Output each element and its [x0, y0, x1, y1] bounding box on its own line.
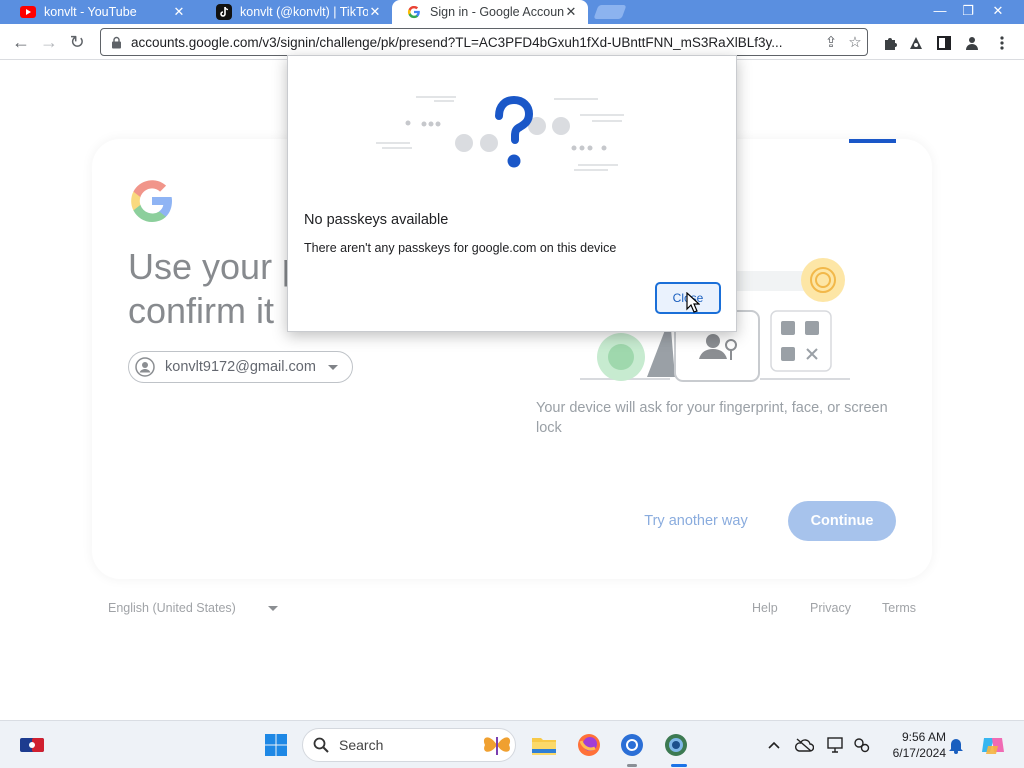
search-label: Search [339, 737, 384, 753]
display-icon[interactable] [826, 735, 846, 755]
notification-bell-icon[interactable] [946, 735, 966, 755]
lock-icon [111, 36, 125, 49]
account-circle-icon [135, 357, 155, 377]
forward-icon[interactable]: → [38, 31, 60, 53]
continue-button[interactable]: Continue [788, 501, 896, 541]
active-indicator [671, 764, 687, 767]
signin-description: Your device will ask for your fingerprin… [536, 400, 888, 436]
account-email: konvlt9172@gmail.com [165, 359, 316, 375]
privacy-link[interactable]: Privacy [810, 601, 851, 615]
progress-accent [849, 139, 896, 143]
close-tab-icon[interactable]: ✕ [564, 4, 578, 20]
google-logo-icon [131, 180, 172, 222]
search-icon [313, 737, 329, 753]
bookmark-star-icon[interactable]: ☆ [843, 33, 867, 51]
url-text: accounts.google.com/v3/signin/challenge/… [131, 34, 783, 50]
youtube-icon [20, 4, 36, 20]
page-title: Use your p confirm it [128, 245, 302, 333]
question-mark-illustration [376, 95, 624, 171]
system-clock[interactable]: 9:56 AM 6/17/2024 [884, 729, 946, 761]
profile-icon[interactable] [962, 33, 982, 53]
close-tab-icon[interactable]: ✕ [368, 4, 382, 20]
language-selector[interactable]: English (United States) [108, 601, 278, 615]
chevron-up-icon[interactable] [764, 735, 784, 755]
tab-title: konvlt (@konvlt) | TikTok [240, 5, 368, 19]
tab-tiktok[interactable]: konvlt (@konvlt) | TikTok ✕ [196, 0, 392, 24]
chrome-profile-icon[interactable] [662, 731, 690, 759]
close-window-icon[interactable]: ✕ [984, 2, 1012, 20]
cloud-offline-icon[interactable] [794, 735, 814, 755]
extensions-icon[interactable] [880, 33, 900, 53]
taskbar: Search 9:56 AM 6/17/2024 [0, 720, 1024, 768]
new-tab-button[interactable] [593, 5, 627, 19]
dialog-title: No passkeys available [304, 212, 449, 228]
windows-start-icon[interactable] [262, 731, 290, 759]
tiktok-icon [216, 4, 232, 20]
mlb-widget-icon[interactable] [18, 731, 46, 759]
chevron-down-icon [327, 364, 338, 370]
extension-puzzle-icon[interactable] [906, 33, 926, 53]
mouse-cursor-icon [686, 292, 700, 313]
no-passkeys-dialog: No passkeys available There aren't any p… [287, 55, 737, 332]
reload-icon[interactable]: ↻ [66, 31, 88, 53]
heading-line: confirm it [128, 290, 275, 331]
tab-title: konvlt - YouTube [44, 5, 137, 19]
file-explorer-icon[interactable] [530, 731, 558, 759]
clock-date: 6/17/2024 [892, 746, 946, 760]
butterfly-icon [483, 737, 511, 755]
tab-youtube[interactable]: konvlt - YouTube ✕ [0, 0, 196, 24]
tab-title: Sign in - Google Accounts [430, 5, 564, 19]
taskbar-search[interactable]: Search [302, 728, 516, 762]
heading-line: Use your p [128, 246, 303, 287]
close-tab-icon[interactable]: ✕ [172, 4, 186, 20]
terms-link[interactable]: Terms [882, 601, 916, 615]
firefox-icon[interactable] [575, 731, 603, 759]
minimize-icon[interactable]: — [926, 2, 954, 20]
back-icon[interactable]: ← [10, 31, 32, 53]
network-icon[interactable] [852, 735, 872, 755]
account-chooser[interactable]: konvlt9172@gmail.com [128, 351, 353, 383]
clock-time: 9:56 AM [901, 730, 946, 744]
tab-strip: konvlt - YouTube ✕ konvlt (@konvlt) | Ti… [0, 0, 1024, 24]
google-icon [406, 4, 422, 20]
side-panel-icon[interactable] [934, 33, 954, 53]
help-link[interactable]: Help [752, 601, 778, 615]
tab-google-signin[interactable]: Sign in - Google Accounts ✕ [392, 0, 588, 24]
address-bar[interactable]: accounts.google.com/v3/signin/challenge/… [100, 28, 868, 56]
share-icon[interactable]: ⇪ [819, 33, 843, 51]
menu-kebab-icon[interactable] [992, 33, 1012, 53]
dialog-message: There aren't any passkeys for google.com… [304, 241, 617, 255]
running-indicator [627, 764, 637, 767]
restore-icon[interactable]: ❐ [954, 2, 982, 20]
chrome-icon[interactable] [618, 731, 646, 759]
chevron-down-icon [267, 605, 278, 611]
try-another-way-button[interactable]: Try another way [632, 501, 760, 541]
language-label: English (United States) [108, 601, 236, 615]
copilot-icon[interactable] [980, 732, 1006, 758]
